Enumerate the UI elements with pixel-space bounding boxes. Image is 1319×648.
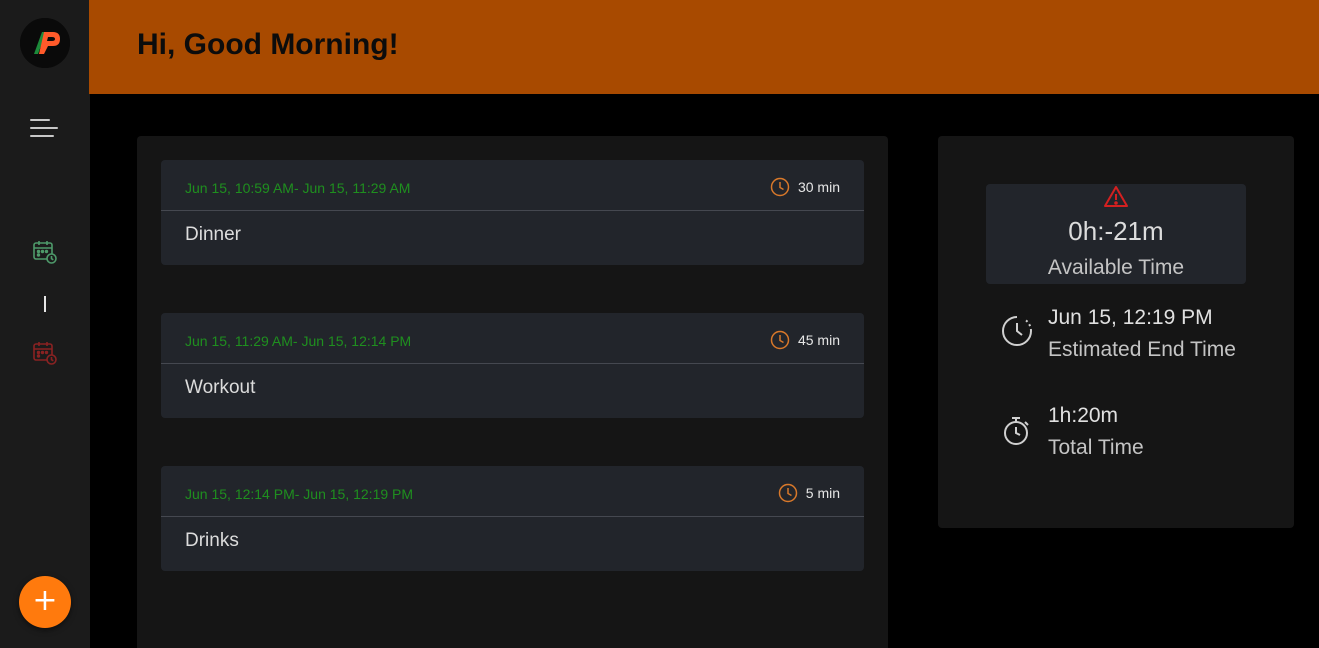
task-time-range: Jun 15, 11:29 AM- Jun 15, 12:14 PM xyxy=(185,333,412,349)
task-duration-label: 30 min xyxy=(797,179,840,195)
calendar-clock-icon[interactable] xyxy=(31,238,59,266)
calendar-clock-icon[interactable] xyxy=(31,339,59,367)
task-title: Dinner xyxy=(185,224,241,245)
task-duration: 30 min xyxy=(770,177,840,197)
task-duration-label: 45 min xyxy=(797,332,840,348)
task-card-header: Jun 15, 10:59 AM- Jun 15, 11:29 AM 30 mi… xyxy=(161,160,864,211)
task-card-header: Jun 15, 12:14 PM- Jun 15, 12:19 PM 5 min xyxy=(161,466,864,517)
end-time-label: Estimated End Time xyxy=(1048,338,1236,361)
available-time-label: Available Time xyxy=(1047,256,1185,279)
end-time-value: Jun 15, 12:19 PM xyxy=(1048,306,1213,329)
available-time-card: 0h:-21m Available Time xyxy=(986,184,1246,284)
task-title: Drinks xyxy=(185,530,239,551)
warning-icon xyxy=(1104,186,1128,207)
page-header: Hi, Good Morning! xyxy=(89,0,1319,94)
task-card[interactable]: Jun 15, 11:29 AM- Jun 15, 12:14 PM 45 mi… xyxy=(161,313,864,418)
task-duration: 5 min xyxy=(778,483,840,503)
clock-icon xyxy=(770,330,790,350)
task-time-range: Jun 15, 10:59 AM- Jun 15, 11:29 AM xyxy=(185,180,411,196)
clock-icon xyxy=(770,177,790,197)
task-card-header: Jun 15, 11:29 AM- Jun 15, 12:14 PM 45 mi… xyxy=(161,313,864,364)
stopwatch-icon xyxy=(1004,417,1029,445)
total-time-value: 1h:20m xyxy=(1048,404,1119,427)
available-time-value: 0h:-21m xyxy=(1068,216,1164,246)
task-title: Workout xyxy=(185,377,256,398)
task-card[interactable]: Jun 15, 10:59 AM- Jun 15, 11:29 AM 30 mi… xyxy=(161,160,864,265)
task-duration: 45 min xyxy=(770,330,840,350)
task-duration-label: 5 min xyxy=(805,485,840,501)
clock-history-icon xyxy=(1002,316,1032,346)
page-title: Hi, Good Morning! xyxy=(137,28,399,61)
total-time-label: Total Time xyxy=(1048,436,1144,459)
sidebar: + xyxy=(0,0,90,648)
nav-separator xyxy=(44,296,46,312)
hamburger-menu-icon[interactable] xyxy=(30,117,60,141)
app-logo[interactable] xyxy=(20,18,70,68)
task-list: Jun 15, 10:59 AM- Jun 15, 11:29 AM 30 mi… xyxy=(137,136,888,648)
task-card[interactable]: Jun 15, 12:14 PM- Jun 15, 12:19 PM 5 min… xyxy=(161,466,864,571)
task-time-range: Jun 15, 12:14 PM- Jun 15, 12:19 PM xyxy=(185,486,414,502)
time-summary-panel: 0h:-21m Available Time Jun 15, 12:19 PM … xyxy=(938,136,1294,528)
add-task-button[interactable]: + xyxy=(19,576,71,628)
clock-icon xyxy=(778,483,798,503)
